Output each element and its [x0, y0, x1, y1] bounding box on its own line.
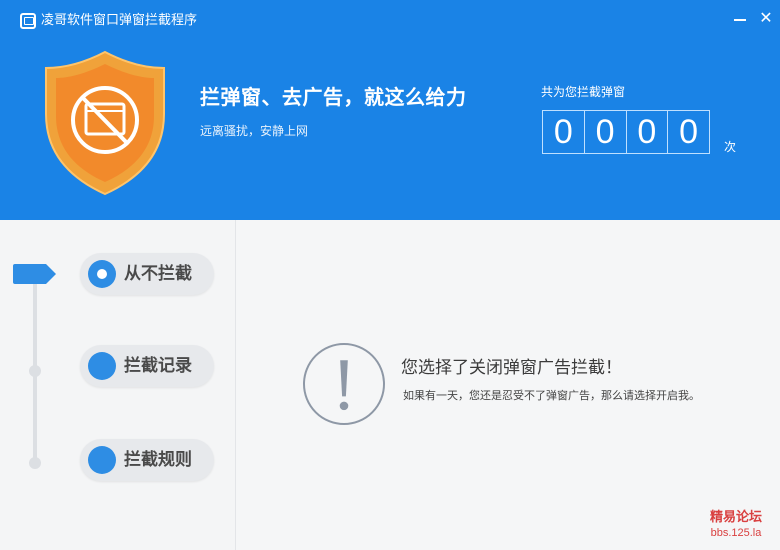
radio-selected-icon — [88, 260, 116, 288]
nav-item-block-records[interactable]: 拦截记录 — [80, 345, 214, 387]
minimize-button[interactable] — [727, 6, 753, 30]
active-pointer-icon — [13, 264, 56, 284]
block-counter: 0 0 0 0 — [542, 110, 710, 154]
timeline-dot — [29, 457, 41, 469]
watermark-url: bbs.125.la — [710, 527, 762, 539]
counter-label: 共为您拦截弹窗 — [541, 85, 626, 99]
close-button[interactable]: ✕ — [753, 6, 779, 30]
counter-digit: 0 — [679, 113, 699, 151]
radio-icon — [88, 446, 116, 474]
nav-item-label: 拦截规则 — [124, 450, 192, 470]
alert-title: 您选择了关闭弹窗广告拦截！ — [401, 358, 622, 378]
counter-digit: 0 — [627, 111, 669, 153]
nav-item-never-block[interactable]: 从不拦截 — [80, 253, 214, 295]
app-icon — [20, 13, 36, 29]
counter-unit: 次 — [724, 140, 737, 154]
nav-item-block-rules[interactable]: 拦截规则 — [80, 439, 214, 481]
exclamation-icon — [303, 343, 385, 425]
alert-description: 如果有一天，您还是忍受不了弹窗广告，那么请选择开启我。 — [403, 389, 700, 402]
app-window: 凌哥软件窗口弹窗拦截程序 ✕ 拦弹窗、去广告，就这么给力 远离骚扰，安静上网 共… — [0, 0, 780, 550]
header-banner: 凌哥软件窗口弹窗拦截程序 ✕ 拦弹窗、去广告，就这么给力 远离骚扰，安静上网 共… — [0, 0, 780, 220]
slogan: 拦弹窗、去广告，就这么给力 — [200, 85, 467, 109]
counter-digit: 0 — [543, 111, 585, 153]
sub-slogan: 远离骚扰，安静上网 — [200, 124, 309, 138]
radio-icon — [88, 352, 116, 380]
watermark-title: 精易论坛 — [709, 510, 762, 525]
nav-item-label: 从不拦截 — [124, 264, 192, 284]
window-title: 凌哥软件窗口弹窗拦截程序 — [41, 13, 198, 28]
shield-icon — [45, 50, 165, 196]
counter-digit: 0 — [585, 111, 627, 153]
watermark: 精易论坛 bbs.125.la — [700, 510, 772, 540]
timeline-dot — [29, 365, 41, 377]
nav-item-label: 拦截记录 — [124, 356, 192, 376]
title-bar[interactable]: 凌哥软件窗口弹窗拦截程序 ✕ — [0, 0, 780, 40]
